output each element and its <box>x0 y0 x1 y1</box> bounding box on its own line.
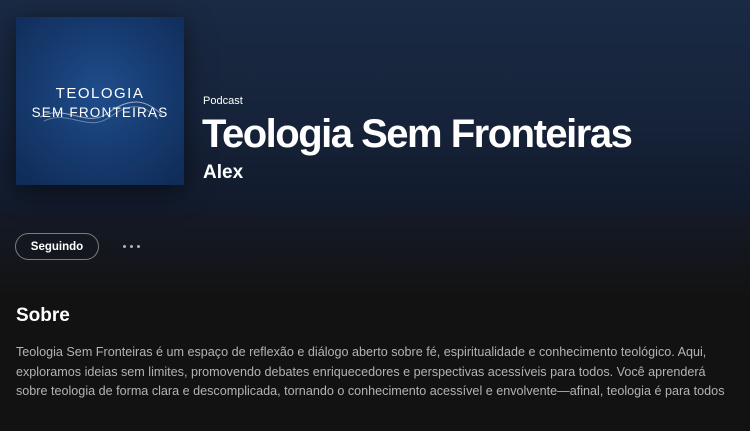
content-type-label: Podcast <box>203 95 243 107</box>
about-heading: Sobre <box>16 305 70 326</box>
more-options-icon[interactable] <box>116 236 146 256</box>
cover-title-line2: SEM FRONTEIRAS <box>31 105 169 120</box>
cover-title-line1: TEOLOGIA <box>55 85 145 102</box>
following-button[interactable]: Seguindo <box>15 233 99 260</box>
more-dot <box>129 244 133 248</box>
podcast-author[interactable]: Alex <box>203 162 243 184</box>
cover-art: TEOLOGIA SEM FRONTEIRAS <box>16 17 184 185</box>
podcast-page: TEOLOGIA SEM FRONTEIRAS Podcast Teologia… <box>0 0 750 431</box>
podcast-title: Teologia Sem Fronteiras <box>202 112 633 156</box>
more-dot <box>136 244 140 248</box>
more-dot <box>122 244 126 248</box>
about-description: Teologia Sem Fronteiras é um espaço de r… <box>16 345 725 398</box>
